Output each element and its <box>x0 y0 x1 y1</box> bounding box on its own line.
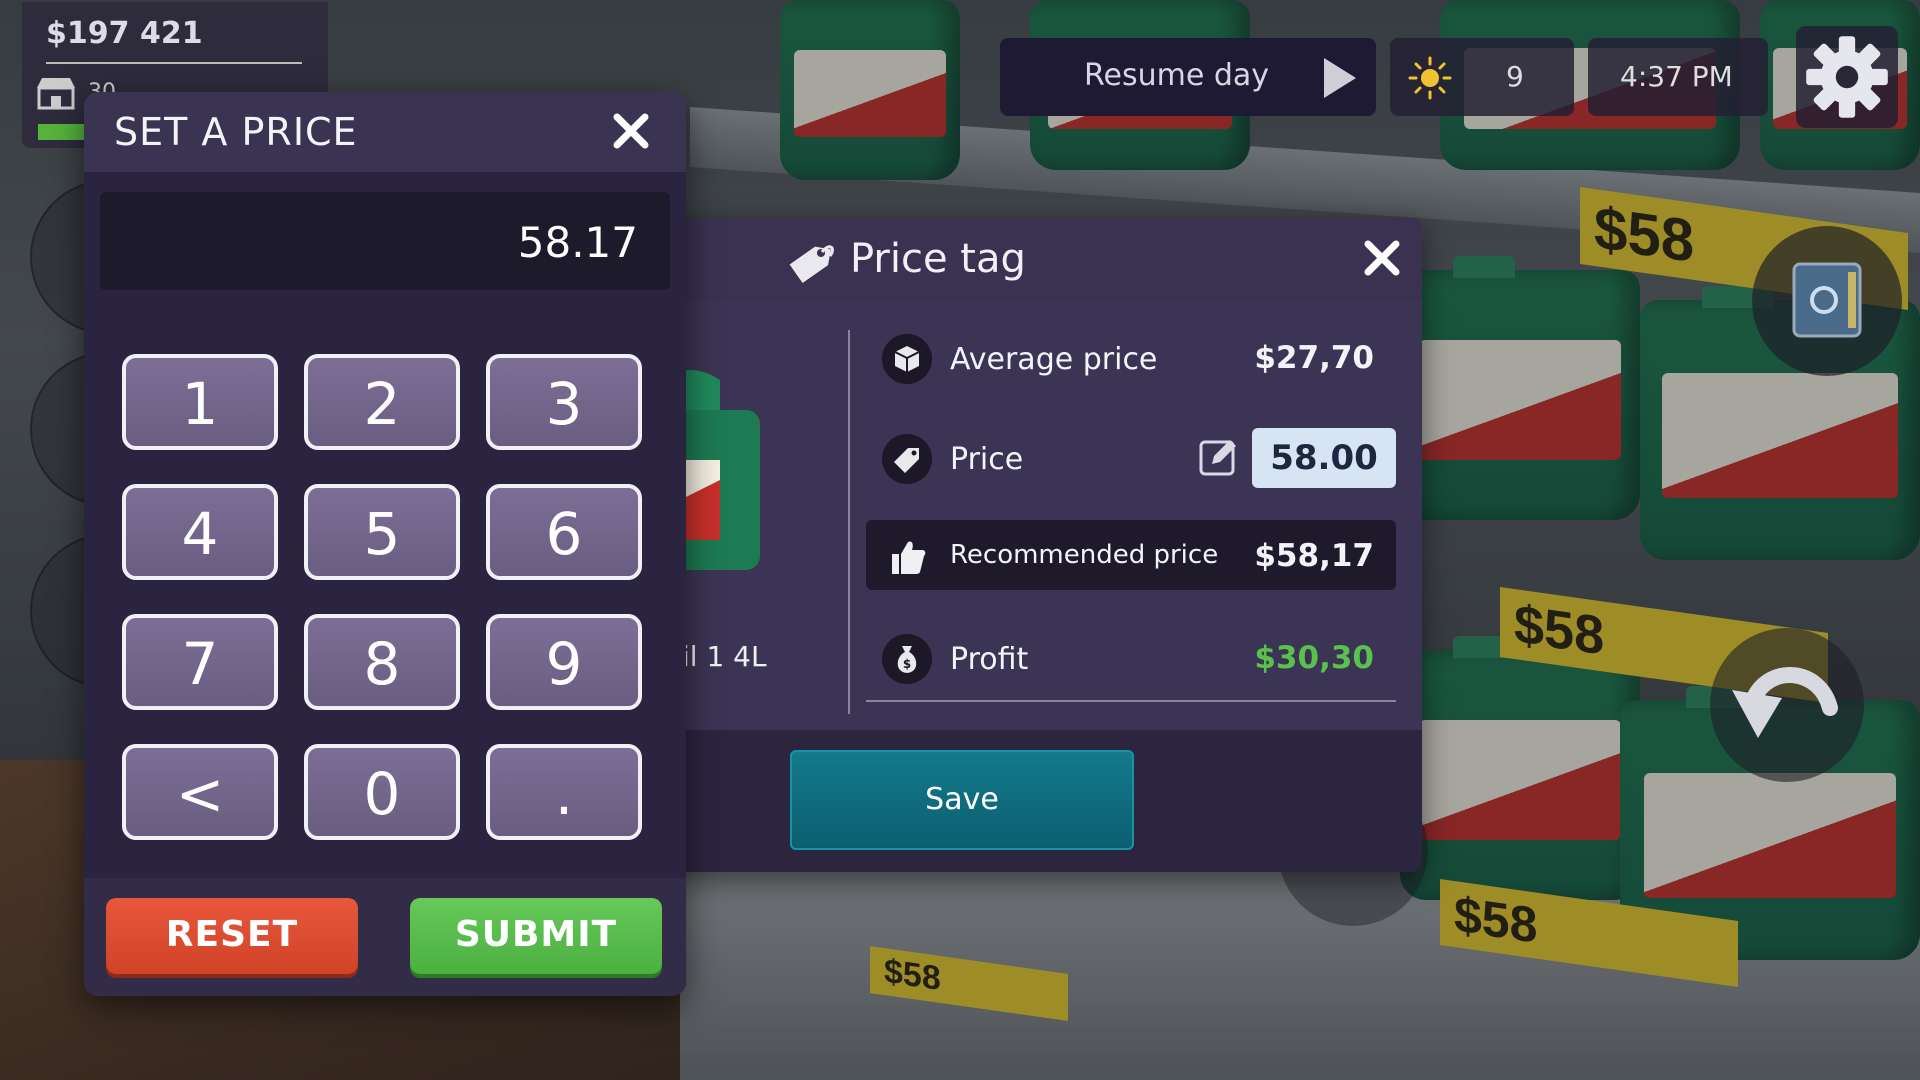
set-price-header: SET A PRICE <box>84 92 686 172</box>
key-label: 8 <box>363 630 401 698</box>
recommended-price-value: $58,17 <box>1254 538 1374 574</box>
key-label: 4 <box>181 500 219 568</box>
key-decimal[interactable]: . <box>486 744 642 840</box>
average-price-row: Average price $27,70 <box>866 322 1396 396</box>
submit-label: SUBMIT <box>454 914 618 955</box>
clock-time: 4:37 PM <box>1620 60 1733 93</box>
price-tag-header: Price tag <box>660 218 1422 300</box>
submit-button[interactable]: SUBMIT <box>410 898 662 974</box>
key-label: 6 <box>545 500 583 568</box>
sun-icon <box>1408 56 1452 100</box>
price-input[interactable]: 58.00 <box>1252 428 1396 488</box>
key-label: 9 <box>545 630 583 698</box>
set-price-dialog: SET A PRICE 58.17 1 2 3 4 5 6 7 8 9 < 0 … <box>84 92 686 996</box>
undo-button[interactable] <box>1710 628 1864 782</box>
key-3[interactable]: 3 <box>486 354 642 450</box>
key-6[interactable]: 6 <box>486 484 642 580</box>
key-label: 0 <box>363 760 401 828</box>
safe-button[interactable] <box>1752 226 1902 376</box>
average-price-label: Average price <box>950 342 1158 377</box>
price-display: 58.17 <box>100 192 670 290</box>
product-name: il 1 4L <box>682 640 767 673</box>
day-counter: 9 <box>1390 38 1574 116</box>
undo-arrow-icon <box>1732 667 1838 738</box>
gear-icon <box>1806 36 1888 118</box>
key-5[interactable]: 5 <box>304 484 460 580</box>
price-tags-icon <box>882 434 932 484</box>
safe-icon <box>1792 262 1862 338</box>
price-row: Price 58.00 <box>866 422 1396 496</box>
price-display-value: 58.17 <box>517 218 638 267</box>
price-tag-dialog: Price tag il 1 4L Average price $27,70 P… <box>660 218 1422 872</box>
key-label: 5 <box>363 500 401 568</box>
box-icon <box>882 334 932 384</box>
profit-label: Profit <box>950 642 1029 677</box>
set-price-title: SET A PRICE <box>114 110 358 154</box>
resume-day-label: Resume day <box>1084 58 1269 93</box>
pencil-icon[interactable] <box>1198 436 1240 478</box>
resume-day-button[interactable]: Resume day <box>1000 38 1376 116</box>
average-price-value: $27,70 <box>1254 340 1374 376</box>
key-4[interactable]: 4 <box>122 484 278 580</box>
key-8[interactable]: 8 <box>304 614 460 710</box>
price-tag-body: il 1 4L Average price $27,70 Price 58.00 <box>660 300 1422 730</box>
money-divider <box>46 62 302 64</box>
recommended-price-row: Recommended price $58,17 <box>866 520 1396 590</box>
key-0[interactable]: 0 <box>304 744 460 840</box>
profit-row: $ Profit $30,30 <box>866 622 1396 696</box>
key-7[interactable]: 7 <box>122 614 278 710</box>
money-value: $197 421 <box>46 16 203 51</box>
key-1[interactable]: 1 <box>122 354 278 450</box>
set-price-footer: RESET SUBMIT <box>84 878 686 996</box>
close-icon[interactable] <box>1360 236 1404 280</box>
clock-display: 4:37 PM <box>1588 38 1768 116</box>
reset-button[interactable]: RESET <box>106 898 358 974</box>
settings-button[interactable] <box>1796 26 1898 128</box>
key-label: . <box>554 760 574 828</box>
row-divider <box>866 700 1396 702</box>
money-bag-icon: $ <box>882 634 932 684</box>
save-label: Save <box>925 782 999 817</box>
key-label: 3 <box>545 370 583 438</box>
thumbs-up-icon <box>892 541 926 574</box>
price-label: Price <box>950 442 1024 477</box>
key-label: 2 <box>363 370 401 438</box>
close-icon[interactable] <box>610 110 652 152</box>
key-label: 7 <box>181 630 219 698</box>
profit-value: $30,30 <box>1254 640 1374 676</box>
key-backspace[interactable]: < <box>122 744 278 840</box>
key-9[interactable]: 9 <box>486 614 642 710</box>
store-icon <box>37 78 75 110</box>
play-icon <box>1324 58 1356 98</box>
save-button[interactable]: Save <box>790 750 1134 850</box>
day-number: 9 <box>1506 60 1524 93</box>
column-divider <box>848 330 850 714</box>
svg-text:$: $ <box>903 657 911 671</box>
price-tag-icon <box>789 245 834 284</box>
recommended-price-label: Recommended price <box>950 540 1219 570</box>
key-label: < <box>175 760 225 828</box>
key-label: 1 <box>181 370 219 438</box>
key-2[interactable]: 2 <box>304 354 460 450</box>
price-tag-title: Price tag <box>850 236 1026 282</box>
reset-label: RESET <box>165 914 299 955</box>
